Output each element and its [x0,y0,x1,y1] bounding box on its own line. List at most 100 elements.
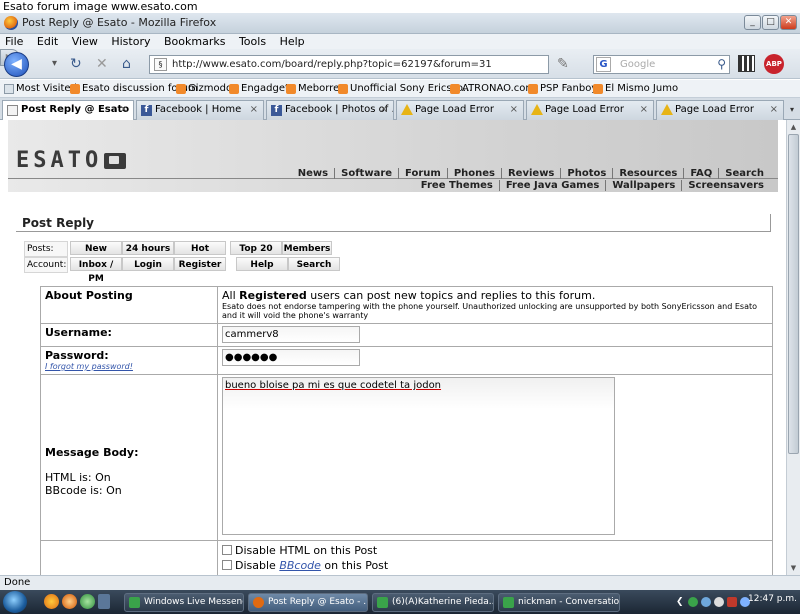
tray-expand-icon[interactable]: ❮ [676,593,684,612]
tab-close-icon[interactable]: × [640,101,648,119]
start-button[interactable] [3,591,27,613]
taskbar-button-firefox[interactable]: Post Reply @ Esato - ... [248,593,368,612]
nav-forum[interactable]: Forum [398,168,447,179]
history-dropdown-icon[interactable]: ▾ [52,56,57,72]
disable-bbcode-checkbox[interactable] [222,560,232,570]
disable-bbcode-option[interactable]: Disable BBcode on this Post [222,558,768,573]
tab-list-dropdown-icon[interactable]: ▾ [785,100,799,119]
tray-volume-icon[interactable] [714,597,724,607]
search-button[interactable]: Search [288,257,340,271]
tab-close-icon[interactable]: × [510,101,518,119]
maximize-button[interactable]: □ [762,15,779,30]
taskbar-clock[interactable]: 12:47 p.m. [748,590,797,609]
bookmark-psp-fanboy[interactable]: PSP Fanboy [528,80,597,97]
nav-free-java-games[interactable]: Free Java Games [498,180,606,191]
back-button[interactable]: ◀ [4,52,29,77]
bookmark-meborre[interactable]: Meborre [286,80,339,97]
url-bar[interactable]: § http://www.esato.com/board/reply.php?t… [149,55,682,74]
search-input[interactable]: G Google ⚲ [593,55,730,74]
nav-search[interactable]: Search [718,168,770,179]
quicklaunch-firefox-icon[interactable] [44,594,59,609]
stop-icon[interactable]: ✕ [96,56,108,72]
bookmark-engadget[interactable]: Engadget [229,80,289,97]
extension-grid-icon[interactable] [738,55,755,72]
search-icon[interactable]: ⚲ [717,56,726,73]
tab-post-reply[interactable]: Post Reply @ Esato × [2,100,134,121]
disable-html-checkbox[interactable] [222,545,232,555]
nav-software[interactable]: Software [334,168,398,179]
taskbar-button-nickman[interactable]: nickman - Conversation [498,593,620,612]
taskbar-button-messenger[interactable]: Windows Live Messenger [124,593,244,612]
hot-button[interactable]: Hot [174,241,226,255]
tab-facebook-photos[interactable]: f Facebook | Photos of ... × [266,100,394,120]
rss-icon [528,84,538,94]
bookmark-el-mismo-jumo[interactable]: El Mismo Jumo [593,80,678,97]
show-desktop-icon[interactable] [98,594,110,609]
nav-free-themes[interactable]: Free Themes [415,180,499,191]
username-input[interactable]: cammerv8 [222,326,360,343]
members-button[interactable]: Members [282,241,332,255]
reload-icon[interactable]: ↻ [70,56,82,72]
menu-help[interactable]: Help [280,34,305,49]
login-button[interactable]: Login [122,257,174,271]
inbox-pm-button[interactable]: Inbox / PM [70,257,122,284]
top-20-button[interactable]: Top 20 [230,241,282,255]
nav-faq[interactable]: FAQ [683,168,718,179]
tab-page-load-error-2[interactable]: Page Load Error × [526,100,654,120]
vertical-scrollbar[interactable]: ▲ ▼ [786,120,800,575]
taskbar-button-katherine[interactable]: (6)(A)Katherine Pieda... [372,593,494,612]
menu-bookmarks[interactable]: Bookmarks [164,34,225,49]
nav-screensavers[interactable]: Screensavers [681,180,770,191]
google-engine-icon[interactable]: G [596,57,611,72]
tray-messenger-icon[interactable] [688,597,698,607]
bbcode-link[interactable]: BBcode [279,559,321,572]
tab-page-load-error-1[interactable]: Page Load Error × [396,100,524,120]
bookmark-gizmodo[interactable]: Gizmodo [176,80,232,97]
rss-icon [593,84,603,94]
nav-resources[interactable]: Resources [612,168,683,179]
menu-file[interactable]: File [5,34,23,49]
new-posts-button[interactable]: New posts [70,241,122,268]
tab-close-icon[interactable]: × [250,101,258,119]
menu-history[interactable]: History [111,34,150,49]
about-posting-text: All Registered users can post new topics… [217,286,773,324]
menu-view[interactable]: View [72,34,98,49]
close-window-button[interactable]: ✕ [780,15,797,30]
tab-page-load-error-3[interactable]: Page Load Error × [656,100,784,120]
esato-logo[interactable]: ESATO [16,148,127,173]
nav-news[interactable]: News [292,168,334,179]
quicklaunch-messenger-icon[interactable] [80,594,95,609]
message-body-textarea[interactable]: bueno bloise pa mi es que codetel ta jod… [222,377,615,535]
register-button[interactable]: Register [174,257,226,271]
forgot-password-link[interactable]: I forgot my password! [45,362,213,371]
warning-icon [661,104,673,115]
nav-phones[interactable]: Phones [446,168,501,179]
bookmark-most-visited[interactable]: Most Visited [4,80,77,97]
24-hours-button[interactable]: 24 hours [122,241,174,255]
nav-wallpapers[interactable]: Wallpapers [605,180,681,191]
tray-security-icon[interactable] [727,597,737,607]
scrollbar-thumb[interactable] [788,134,799,454]
quicklaunch-browser-icon[interactable] [62,594,77,609]
adblock-plus-icon[interactable]: ABP [764,54,784,74]
menu-edit[interactable]: Edit [37,34,58,49]
nav-photos[interactable]: Photos [560,168,612,179]
tab-close-icon[interactable]: × [380,101,388,119]
tray-network-icon[interactable] [701,597,711,607]
menu-tools[interactable]: Tools [239,34,266,49]
home-icon[interactable]: ⌂ [122,56,131,72]
tab-facebook-home[interactable]: f Facebook | Home × [136,100,264,120]
greasemonkey-icon[interactable]: ✎ [557,56,569,72]
scroll-down-icon[interactable]: ▼ [788,562,799,574]
html-status: HTML is: On [45,471,111,484]
disable-html-option[interactable]: Disable HTML on this Post [222,543,768,558]
scroll-up-icon[interactable]: ▲ [788,121,799,133]
messenger-icon [129,597,140,608]
password-input[interactable]: ●●●●●● [222,349,360,366]
tab-close-icon[interactable]: × [770,101,778,119]
help-button[interactable]: Help [236,257,288,271]
nav-reviews[interactable]: Reviews [500,168,560,179]
tab-close-icon[interactable]: × [120,101,128,119]
bookmark-atronao[interactable]: ATRONAO.com [450,80,535,97]
minimize-button[interactable]: _ [744,15,761,30]
